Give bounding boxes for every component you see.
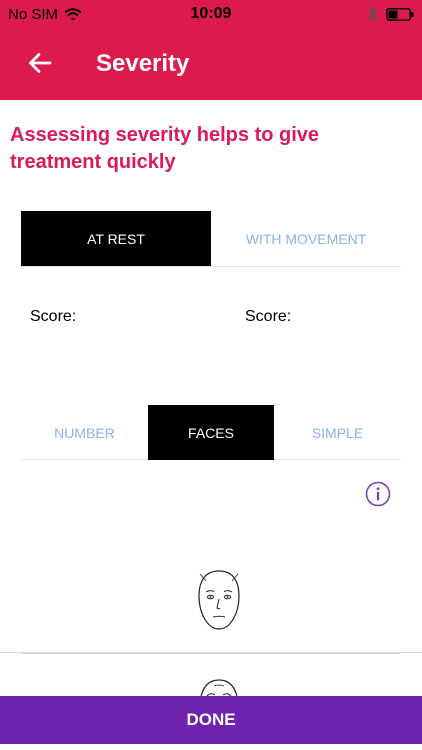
tab-at-rest[interactable]: AT REST — [21, 211, 211, 266]
neutral-face-icon — [194, 568, 244, 637]
status-time: 10:09 — [190, 5, 232, 22]
back-button[interactable] — [22, 48, 58, 82]
severity-headline: Assessing severity helps to give treatme… — [10, 124, 320, 173]
tab-with-movement-label: WITH MOVEMENT — [245, 230, 367, 247]
face-option-neutral[interactable] — [0, 560, 422, 653]
page-title: Severity — [96, 50, 190, 77]
tab-faces-label: FACES — [188, 424, 234, 441]
tab-at-rest-label: AT REST — [87, 230, 145, 247]
tab-faces[interactable]: FACES — [148, 405, 274, 460]
info-circle-icon — [365, 481, 391, 511]
done-button[interactable]: DONE — [0, 696, 422, 744]
score-label-movement: Score: — [245, 308, 292, 325]
arrow-left-icon — [28, 52, 52, 79]
status-bar: No SIM 10:09 — [0, 0, 422, 30]
face-option-frown[interactable] — [0, 660, 422, 700]
battery-icon — [386, 7, 414, 21]
app-bar: Severity — [0, 30, 422, 100]
tab-with-movement[interactable]: WITH MOVEMENT — [211, 211, 401, 266]
status-right — [368, 6, 414, 22]
tab-simple[interactable]: SIMPLE — [274, 405, 401, 460]
done-button-label: DONE — [186, 710, 236, 729]
condition-tab-bar: AT REST WITH MOVEMENT — [21, 211, 401, 267]
bottom-strip — [0, 744, 422, 750]
tab-number[interactable]: NUMBER — [21, 405, 148, 460]
score-label-rest: Score: — [30, 308, 77, 325]
info-button[interactable] — [365, 481, 391, 507]
bluetooth-icon — [368, 6, 378, 22]
scale-tab-bar: NUMBER FACES SIMPLE — [21, 405, 401, 460]
tab-number-label: NUMBER — [54, 424, 115, 441]
face-divider — [21, 653, 401, 654]
tab-simple-label: SIMPLE — [311, 424, 364, 441]
